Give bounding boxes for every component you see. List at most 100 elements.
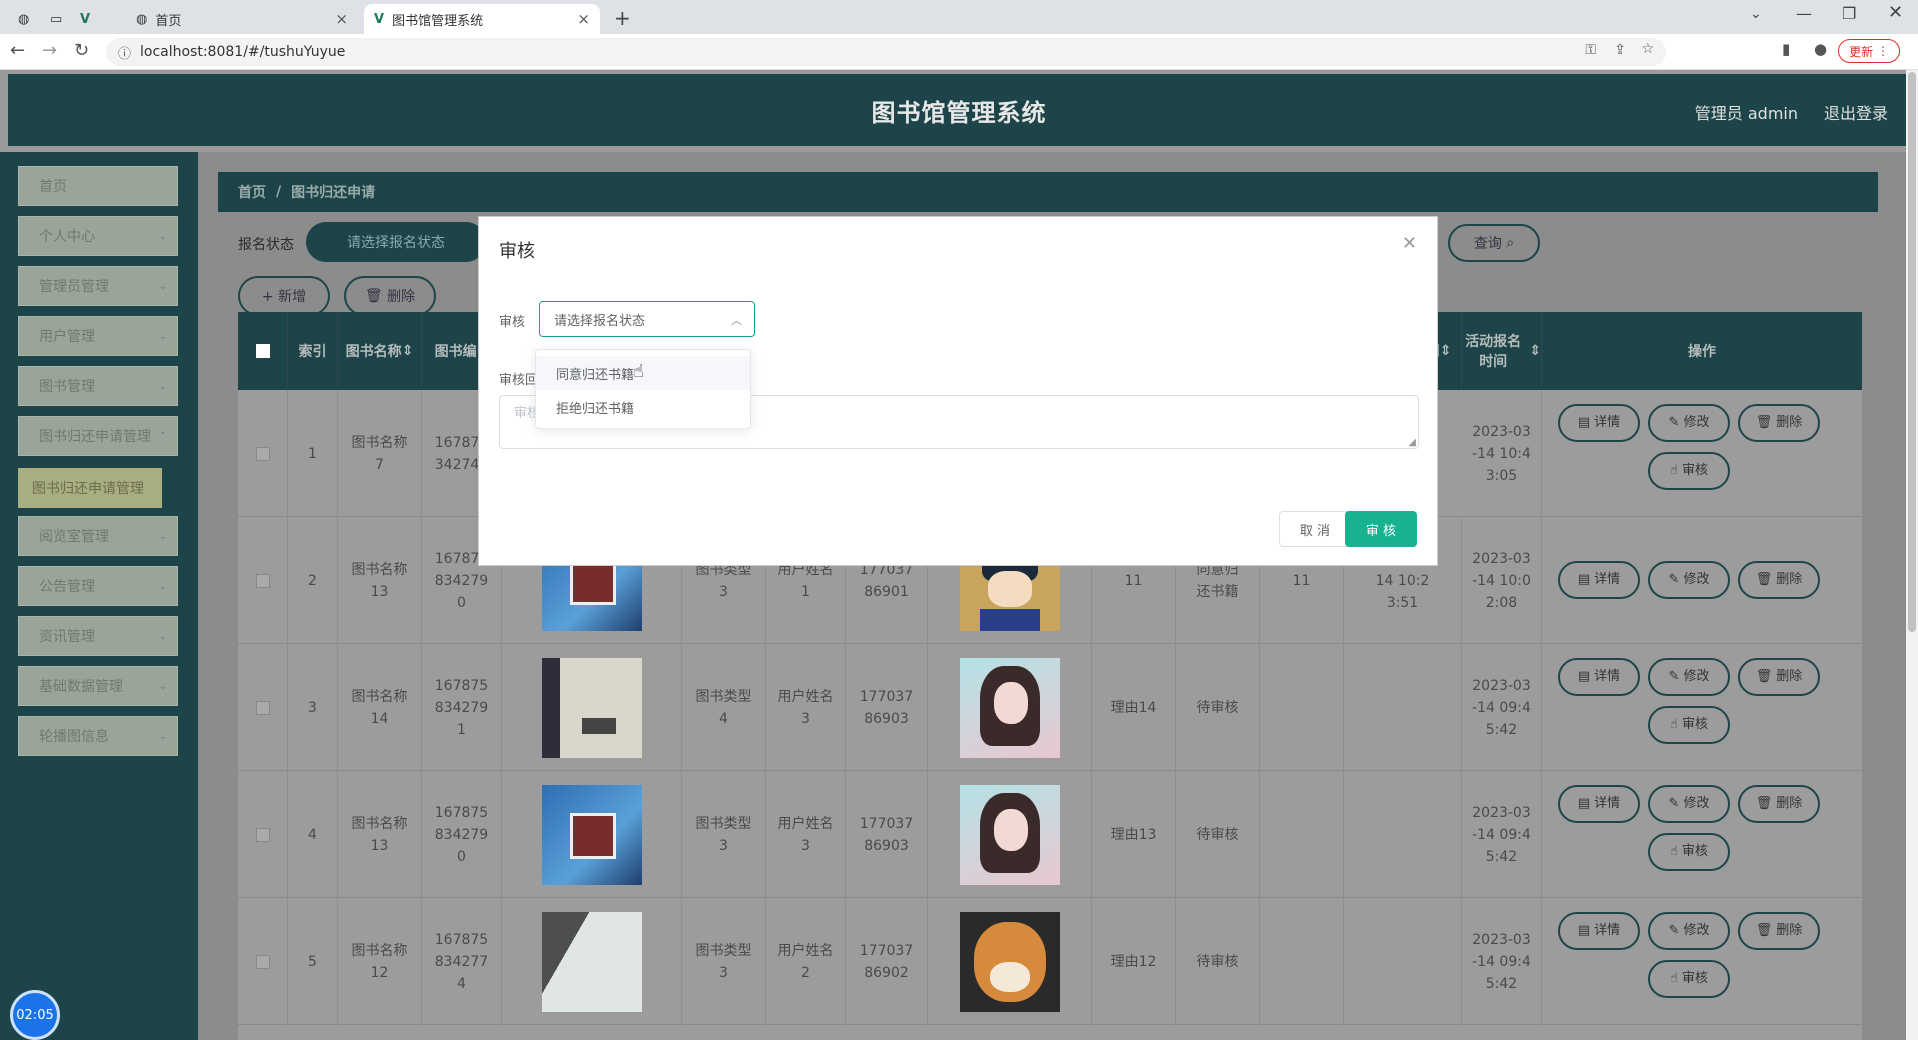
detail-button[interactable]: ▤ 详情 <box>1558 912 1640 950</box>
close-tab-icon[interactable]: × <box>577 10 590 28</box>
tab-home[interactable]: ◍ 首页 × <box>126 4 358 34</box>
review-button[interactable]: ☝ 审核 <box>1648 960 1730 998</box>
pinned-tab-3[interactable]: V <box>70 4 98 34</box>
edit-button[interactable]: ✎ 修改 <box>1648 912 1730 950</box>
header-code-label: 图书编 <box>434 344 477 360</box>
option-reject-return[interactable]: 拒绝归还书籍 <box>536 390 750 424</box>
add-button[interactable]: + 新增 <box>238 276 330 316</box>
recording-timer-badge[interactable]: 02:05 <box>10 990 60 1040</box>
detail-button[interactable]: ▤ 详情 <box>1558 785 1640 823</box>
detail-label: 详情 <box>1594 572 1621 587</box>
sidebar-item-news[interactable]: 资讯管理 ⌄ <box>18 616 178 656</box>
scrollbar-thumb[interactable] <box>1908 72 1916 632</box>
review-button[interactable]: ☝ 审核 <box>1648 833 1730 871</box>
row-checkbox[interactable] <box>255 954 270 969</box>
breadcrumb-home[interactable]: 首页 <box>238 182 266 202</box>
logout-link[interactable]: 退出登录 <box>1824 100 1888 124</box>
cell-ops: ▤ 详情 ✎ 修改 🗑︎ 删除 ☝ 审核 <box>1542 390 1862 517</box>
batch-delete-button[interactable]: 🗑︎ 删除 <box>344 276 436 316</box>
confirm-review-button[interactable]: 审 核 <box>1345 511 1417 547</box>
delete-button[interactable]: 🗑︎ 删除 <box>1738 658 1820 696</box>
sidebar-item-returns[interactable]: 图书归还申请管理 ⌃ <box>18 416 178 456</box>
resize-handle-icon[interactable]: ◢ <box>1408 437 1416 448</box>
cell-time2: 2023-03-14 09:45:42 <box>1462 898 1542 1025</box>
sidebar-item-home[interactable]: 首页 <box>18 166 178 206</box>
cell-status: 待审核 <box>1176 644 1260 771</box>
sidebar-item-notices[interactable]: 公告管理 ⌄ <box>18 566 178 606</box>
pinned-tab-1[interactable]: ◍ <box>8 4 36 34</box>
edit-button[interactable]: ✎ 修改 <box>1648 785 1730 823</box>
key-icon[interactable]: ⚿ <box>1585 42 1596 58</box>
status-filter-select[interactable]: 请选择报名状态 <box>306 222 486 262</box>
reload-icon[interactable]: ↻ <box>74 40 89 61</box>
row-checkbox-cell <box>238 390 288 517</box>
row-checkbox[interactable] <box>255 700 270 715</box>
info-icon[interactable]: ⓘ <box>118 43 131 62</box>
delete-button[interactable]: 🗑︎ 删除 <box>1738 561 1820 599</box>
detail-button[interactable]: ▤ 详情 <box>1558 404 1640 442</box>
row-checkbox[interactable] <box>255 446 270 461</box>
header-time2[interactable]: 活动报名时间 ⇕ <box>1462 312 1542 390</box>
delete-button[interactable]: 🗑︎ 删除 <box>1738 785 1820 823</box>
review-button[interactable]: ☝ 审核 <box>1648 706 1730 744</box>
review-status-select[interactable]: 请选择报名状态 ︿ <box>539 301 755 337</box>
select-all-checkbox[interactable] <box>255 344 270 358</box>
minimize-icon[interactable]: — <box>1796 4 1812 23</box>
query-button[interactable]: 查询 ⌕ <box>1448 224 1540 262</box>
sidebar-item-base-data[interactable]: 基础数据管理 ⌄ <box>18 666 178 706</box>
edit-button[interactable]: ✎ 修改 <box>1648 404 1730 442</box>
edit-button[interactable]: ✎ 修改 <box>1648 658 1730 696</box>
sidebar-item-label: 阅览室管理 <box>39 529 109 545</box>
update-button[interactable]: 更新 ⋮ <box>1838 39 1900 63</box>
tab-library[interactable]: V 图书馆管理系统 × <box>364 4 600 34</box>
sidebar-subitem-returns[interactable]: 图书归还申请管理 <box>18 468 162 508</box>
delete-button[interactable]: 🗑︎ 删除 <box>1738 912 1820 950</box>
sidebar-item-carousel[interactable]: 轮播图信息 ⌄ <box>18 716 178 756</box>
sort-icon[interactable]: ⇕ <box>402 343 414 359</box>
chevron-up-icon: ⌃ <box>158 430 167 442</box>
row-checkbox[interactable] <box>255 827 270 842</box>
cell-time1 <box>1344 771 1462 898</box>
restore-icon[interactable]: ❐ <box>1842 4 1856 23</box>
row-checkbox[interactable] <box>255 573 270 588</box>
close-icon[interactable]: ✕ <box>1402 233 1417 254</box>
star-icon[interactable]: ☆ <box>1641 41 1654 57</box>
cell-ops: ▤ 详情 ✎ 修改 🗑︎ 删除 ☝ 审核 <box>1542 771 1862 898</box>
pinned-tab-2[interactable]: ▭ <box>40 4 68 34</box>
close-tab-icon[interactable]: × <box>335 10 348 28</box>
header-name[interactable]: 图书名称 ⇕ <box>338 312 422 390</box>
edit-button[interactable]: ✎ 修改 <box>1648 561 1730 599</box>
delete-button[interactable]: 🗑︎ 删除 <box>1738 404 1820 442</box>
thumb-icon: ☝ <box>1670 971 1678 986</box>
sidebar-item-profile[interactable]: 个人中心 ⌄ <box>18 216 178 256</box>
document-icon: ▤ <box>1577 669 1591 684</box>
tab-search-icon[interactable]: ⌄ <box>1750 6 1762 22</box>
sort-icon[interactable]: ⇕ <box>1440 343 1452 359</box>
new-tab-icon[interactable]: + <box>614 6 631 30</box>
detail-button[interactable]: ▤ 详情 <box>1558 561 1640 599</box>
share-icon[interactable]: ⇪ <box>1614 42 1626 58</box>
sidebar-toggle-icon[interactable]: ▮ <box>1782 40 1790 58</box>
cancel-button[interactable]: 取 消 <box>1279 511 1351 547</box>
close-window-icon[interactable]: ✕ <box>1888 2 1903 23</box>
url-box[interactable]: ⓘ localhost:8081/#/tushuYuyue ⚿ ⇪ ☆ <box>106 38 1666 66</box>
sidebar-item-admins[interactable]: 管理员管理 ⌄ <box>18 266 178 306</box>
sidebar-item-users[interactable]: 用户管理 ⌄ <box>18 316 178 356</box>
forward-icon[interactable]: → <box>42 40 57 61</box>
dog-muzzle-shape <box>989 961 1030 992</box>
sidebar-item-reading-rooms[interactable]: 阅览室管理 ⌄ <box>18 516 178 556</box>
review-button[interactable]: ☝ 审核 <box>1648 452 1730 490</box>
header-checkbox-cell <box>238 312 288 390</box>
update-label: 更新 <box>1849 44 1874 59</box>
cell-num <box>1260 644 1344 771</box>
back-icon[interactable]: ← <box>10 40 25 61</box>
sidebar-item-books[interactable]: 图书管理 ⌄ <box>18 366 178 406</box>
sidebar-item-label: 图书归还申请管理 <box>39 429 151 445</box>
cell-index: 3 <box>288 644 338 771</box>
profile-icon[interactable]: ● <box>1814 40 1827 58</box>
delete-label: 删除 <box>1776 796 1803 811</box>
trash-icon: 🗑︎ <box>1755 796 1773 811</box>
detail-button[interactable]: ▤ 详情 <box>1558 658 1640 696</box>
sort-icon[interactable]: ⇕ <box>1529 343 1541 359</box>
chevron-down-icon: ⌄ <box>158 680 167 692</box>
